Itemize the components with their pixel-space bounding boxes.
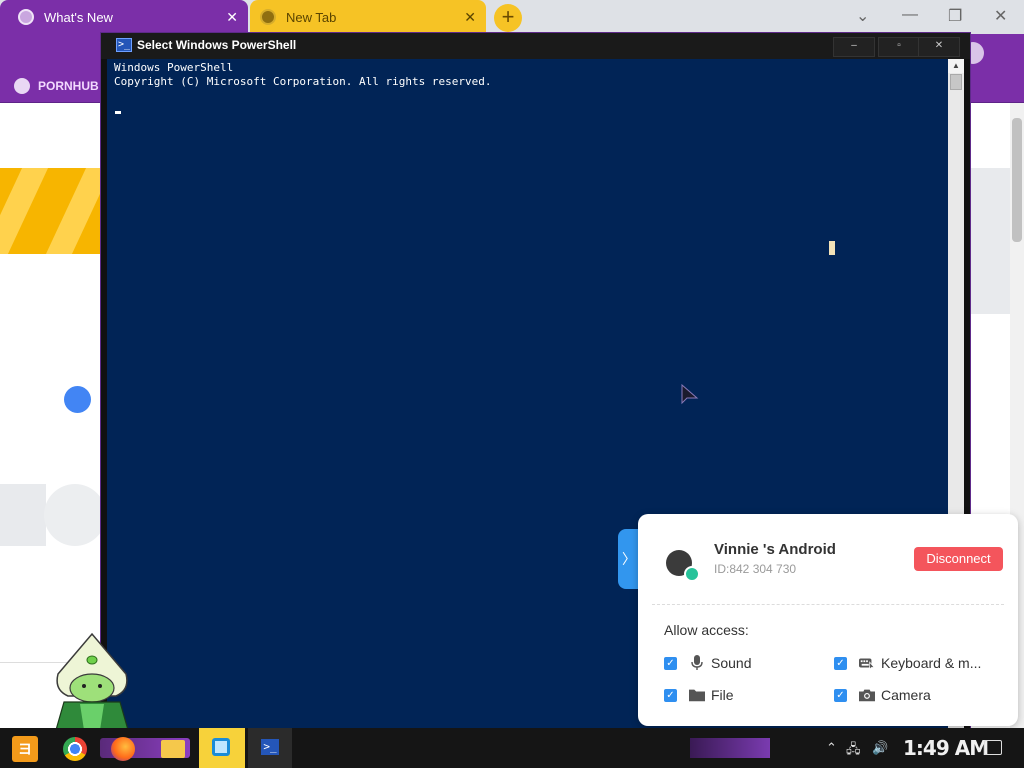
permission-label: File xyxy=(711,687,734,703)
close-icon[interactable]: ✕ xyxy=(994,6,1007,26)
firefox-icon[interactable] xyxy=(111,737,135,761)
selection-cursor xyxy=(829,241,835,255)
permission-file[interactable]: ✓ File xyxy=(664,687,734,703)
placeholder-circle xyxy=(44,484,106,546)
mouse-pointer-icon xyxy=(681,384,699,405)
placeholder-panel xyxy=(970,168,1010,314)
desktop-character-sticker xyxy=(55,632,129,730)
folder-icon xyxy=(689,688,705,702)
permission-sound[interactable]: ✓ Sound xyxy=(664,655,751,671)
tray-chevron-icon[interactable]: ⌃ xyxy=(826,740,837,756)
keyboard-mouse-icon xyxy=(859,656,875,670)
bookmark-item[interactable]: PORNHUB xyxy=(38,79,99,93)
panel-toggle-button[interactable]: 〉 xyxy=(618,529,640,589)
permission-label: Keyboard & m... xyxy=(881,655,982,671)
tab-title: New Tab xyxy=(286,9,337,25)
tab-whats-new[interactable]: What's New ✕ xyxy=(0,0,248,34)
chrome-favicon-icon xyxy=(260,9,276,25)
minimize-button[interactable]: – xyxy=(833,37,875,57)
new-tab-button[interactable]: + xyxy=(494,4,522,32)
text-cursor xyxy=(115,111,121,114)
microphone-icon xyxy=(689,655,705,670)
close-button[interactable]: ✕ xyxy=(918,37,960,57)
device-name: Vinnie 's Android xyxy=(714,541,836,558)
page-scrollbar-thumb[interactable] xyxy=(1012,118,1022,242)
device-id: ID:842 304 730 xyxy=(714,562,797,576)
console-line: Copyright (C) Microsoft Corporation. All… xyxy=(114,75,492,88)
chrome-icon[interactable] xyxy=(63,737,87,761)
permission-label: Camera xyxy=(881,687,931,703)
permission-camera[interactable]: ✓ Camera xyxy=(834,687,931,703)
blue-dot-icon xyxy=(64,386,91,413)
taskbar-clock[interactable]: 1:49 AM xyxy=(903,736,989,760)
minimize-icon[interactable]: — xyxy=(902,6,918,24)
android-badge-icon xyxy=(684,566,700,582)
allow-access-label: Allow access: xyxy=(664,622,749,638)
powershell-icon: >_ xyxy=(116,38,132,52)
window-title: Select Windows PowerShell xyxy=(137,38,297,52)
remote-connection-panel: Vinnie 's Android ID:842 304 730 Disconn… xyxy=(638,514,1018,726)
network-icon[interactable]: 🖧 xyxy=(846,740,861,762)
permission-label: Sound xyxy=(711,655,752,671)
placeholder-tile xyxy=(0,484,46,546)
permission-keyboard-mouse[interactable]: ✓ Keyboard & m... xyxy=(834,655,981,671)
taskbar-decoration xyxy=(690,738,770,758)
notification-icon[interactable] xyxy=(984,740,1002,755)
tab-search-icon[interactable]: ⌄ xyxy=(856,6,869,26)
divider xyxy=(652,604,1004,605)
restore-icon[interactable]: ❐ xyxy=(948,6,962,26)
maximize-button[interactable]: ▫ xyxy=(878,37,920,57)
scroll-up-icon[interactable]: ▲ xyxy=(948,59,964,73)
tab-close-icon[interactable]: ✕ xyxy=(464,9,476,26)
chrome-favicon-icon xyxy=(18,9,34,25)
tab-new-tab[interactable]: New Tab ✕ xyxy=(250,0,486,34)
tab-close-icon[interactable]: ✕ xyxy=(226,9,238,26)
checkbox-checked-icon[interactable]: ✓ xyxy=(834,688,847,702)
globe-icon xyxy=(14,78,30,94)
scrollbar-thumb[interactable] xyxy=(950,74,962,90)
checkbox-checked-icon[interactable]: ✓ xyxy=(664,656,677,670)
start-button[interactable]: ヨ xyxy=(12,736,38,762)
browser-tabstrip: What's New ✕ New Tab ✕ + ⌄ — ❐ ✕ xyxy=(0,0,1024,34)
tab-title: What's New xyxy=(44,9,113,25)
checkbox-checked-icon[interactable]: ✓ xyxy=(834,656,847,670)
console-line: Windows PowerShell xyxy=(114,61,234,74)
powershell-titlebar[interactable]: >_ Select Windows PowerShell – ▫ ✕ xyxy=(101,33,970,59)
file-explorer-icon[interactable] xyxy=(161,740,185,758)
window-app-icon xyxy=(212,738,230,756)
camera-icon xyxy=(859,688,875,702)
powershell-icon: >_ xyxy=(261,739,279,755)
volume-icon[interactable]: 🔊 xyxy=(872,740,888,756)
disconnect-button[interactable]: Disconnect xyxy=(914,547,1003,571)
checkbox-checked-icon[interactable]: ✓ xyxy=(664,688,677,702)
